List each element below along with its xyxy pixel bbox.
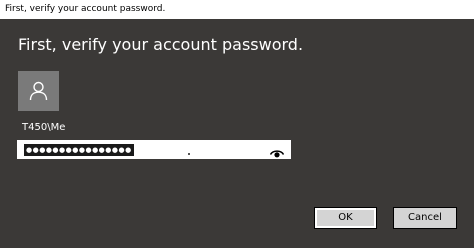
eye-icon <box>269 150 285 158</box>
mouse-cursor <box>188 153 190 155</box>
reveal-password-button[interactable] <box>269 144 285 158</box>
cancel-button[interactable]: Cancel <box>393 207 457 229</box>
password-field[interactable]: ●●●●●●●●●●●●●●●● <box>17 140 291 159</box>
account-name: T450\Me <box>22 122 66 133</box>
ok-button[interactable]: OK <box>314 207 377 229</box>
verify-password-dialog: First, verify your account password. T45… <box>0 19 474 248</box>
avatar <box>18 71 59 111</box>
window-title: First, verify your account password. <box>0 0 474 19</box>
user-icon <box>29 81 48 101</box>
password-value: ●●●●●●●●●●●●●●●● <box>24 144 134 156</box>
dialog-heading: First, verify your account password. <box>18 35 304 54</box>
